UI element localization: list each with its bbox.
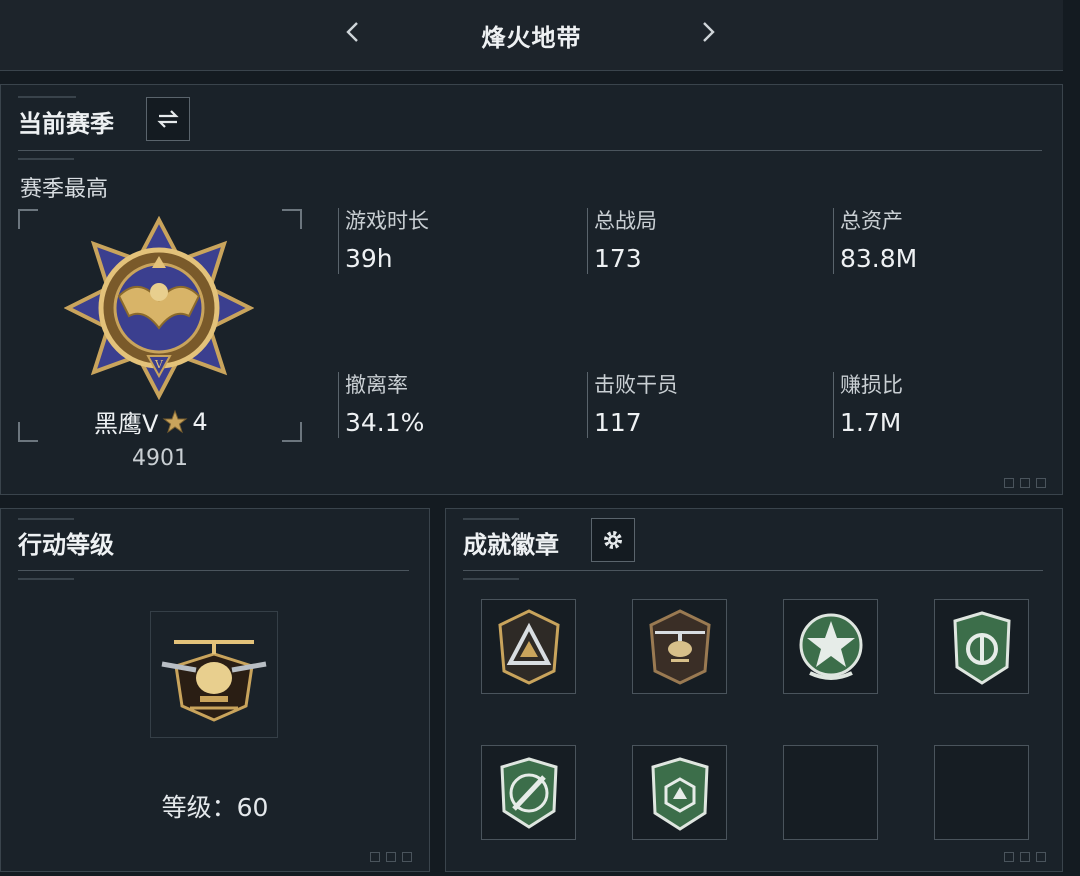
- divider: [18, 150, 1042, 151]
- decor-square: [1020, 478, 1030, 488]
- star-medal-badge-icon: [799, 613, 862, 680]
- empty-badge-slot[interactable]: [934, 745, 1029, 840]
- stat-operators-defeated: 击败干员 117: [587, 372, 678, 438]
- decor-square: [1004, 478, 1014, 488]
- level-value: 等级：60: [161, 793, 269, 822]
- badge-slot[interactable]: [632, 745, 727, 840]
- swap-arrows-icon: [157, 110, 179, 128]
- decor-ticks: [18, 158, 74, 164]
- stat-total-matches: 总战局 173: [587, 208, 657, 274]
- badge-slot[interactable]: [632, 599, 727, 694]
- stat-value: 34.1%: [345, 408, 425, 437]
- level-title: 行动等级: [18, 531, 114, 559]
- decor-ticks: [18, 518, 74, 524]
- badge-slot[interactable]: [783, 599, 878, 694]
- green-shield-badge-icon: [952, 610, 1011, 685]
- stat-profit-loss-ratio: 赚损比 1.7M: [833, 372, 903, 438]
- decor-square: [402, 852, 412, 862]
- frame-corner: [282, 209, 302, 229]
- stat-value: 39h: [345, 244, 393, 273]
- stat-value: 117: [594, 408, 642, 437]
- divider: [463, 570, 1043, 571]
- hexagon-shield-badge-icon: [650, 756, 709, 831]
- decor-square: [1004, 852, 1014, 862]
- decor-square: [370, 852, 380, 862]
- mode-header: 烽火地带: [0, 0, 1063, 71]
- star-icon: [162, 409, 188, 433]
- decor-square: [1020, 852, 1030, 862]
- badge-slot[interactable]: [481, 599, 576, 694]
- chevron-right-icon: [703, 22, 715, 42]
- frame-corner: [18, 209, 38, 229]
- empty-badge-slot[interactable]: [783, 745, 878, 840]
- stat-label: 游戏时长: [345, 209, 429, 233]
- helicopter-emblem-icon: [161, 640, 267, 722]
- season-switch-button[interactable]: [146, 97, 190, 141]
- stat-value: 1.7M: [840, 408, 902, 437]
- stat-label: 总资产: [840, 209, 903, 233]
- stat-value: 83.8M: [840, 244, 918, 273]
- stat-label: 撤离率: [345, 373, 408, 397]
- badges-title: 成就徽章: [463, 531, 559, 559]
- stat-label: 赚损比: [840, 373, 903, 397]
- rank-title: 黑鹰V: [94, 410, 159, 438]
- badge-slot[interactable]: [481, 745, 576, 840]
- season-subtitle: 赛季最高: [20, 177, 109, 202]
- svg-text:V: V: [154, 358, 164, 371]
- frame-corner: [282, 422, 302, 442]
- rank-score: 4901: [132, 446, 188, 471]
- decor-square: [1036, 478, 1046, 488]
- gear-icon: [604, 531, 622, 549]
- mode-title: 烽火地带: [481, 24, 582, 52]
- missile-badge-icon: [499, 756, 558, 829]
- season-title: 当前赛季: [18, 110, 114, 138]
- stat-extraction-rate: 撤离率 34.1%: [338, 372, 424, 438]
- decor-ticks: [463, 518, 519, 524]
- level-emblem-frame: [150, 611, 278, 738]
- stat-value: 173: [594, 244, 642, 273]
- decor-ticks: [18, 578, 74, 584]
- divider: [18, 570, 409, 571]
- decor-square: [1036, 852, 1046, 862]
- black-eagle-v-medal-icon: V: [64, 216, 254, 400]
- stat-total-assets: 总资产 83.8M: [833, 208, 917, 274]
- stat-label: 总战局: [594, 209, 657, 233]
- rank-name: 黑鹰V 4: [94, 404, 208, 439]
- next-mode-button[interactable]: [690, 14, 726, 50]
- badge-settings-button[interactable]: [591, 518, 635, 562]
- helicopter-badge-icon: [648, 608, 711, 685]
- rank-stars: 4: [192, 407, 208, 436]
- triangle-shield-badge-icon: [497, 608, 560, 685]
- frame-corner: [18, 422, 38, 442]
- decor-ticks: [18, 96, 76, 102]
- decor-ticks: [463, 578, 519, 584]
- decor-square: [386, 852, 396, 862]
- stat-label: 击败干员: [594, 373, 678, 397]
- stat-play-time: 游戏时长 39h: [338, 208, 429, 274]
- badge-slot[interactable]: [934, 599, 1029, 694]
